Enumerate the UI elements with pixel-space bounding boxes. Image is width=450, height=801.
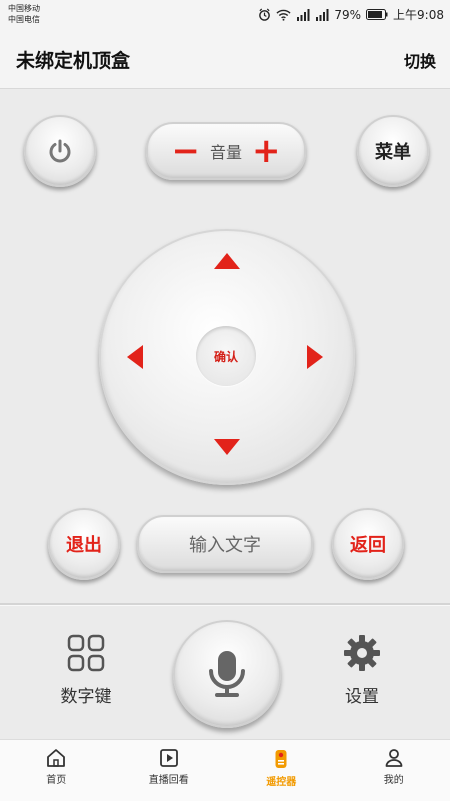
exit-button[interactable]: 退出 bbox=[48, 508, 120, 580]
carrier-info: 中国移动 中国电信 bbox=[8, 3, 40, 25]
divider bbox=[0, 603, 450, 605]
tab-home-label: 首页 bbox=[46, 771, 66, 786]
remote-panel: − 音量 + 菜单 确认 退出 输入文字 返回 数字键 bbox=[0, 89, 450, 739]
volume-label: 音量 bbox=[210, 139, 242, 163]
ok-button[interactable]: 确认 bbox=[196, 326, 256, 386]
home-icon bbox=[46, 749, 66, 767]
menu-button[interactable]: 菜单 bbox=[357, 115, 429, 187]
app-header: 未绑定机顶盒 切换 bbox=[0, 30, 450, 89]
alarm-icon bbox=[258, 8, 271, 21]
numpad-label: 数字键 bbox=[46, 682, 126, 707]
status-icons: 79% 上午9:08 bbox=[258, 6, 444, 23]
grid-icon bbox=[67, 634, 105, 672]
back-button[interactable]: 返回 bbox=[332, 508, 404, 580]
up-arrow-button[interactable] bbox=[214, 253, 240, 269]
tab-mine-label: 我的 bbox=[384, 771, 404, 786]
text-input-button[interactable]: 输入文字 bbox=[137, 515, 313, 573]
left-arrow-button[interactable] bbox=[127, 345, 143, 369]
right-arrow-button[interactable] bbox=[307, 345, 323, 369]
battery-icon bbox=[366, 9, 388, 20]
volume-down-button[interactable]: − bbox=[171, 134, 200, 168]
tab-remote-label: 遥控器 bbox=[266, 773, 296, 788]
settings-label: 设置 bbox=[322, 682, 402, 707]
volume-up-button[interactable]: + bbox=[252, 134, 281, 168]
down-arrow-button[interactable] bbox=[214, 439, 240, 455]
play-icon bbox=[160, 749, 178, 767]
gear-icon bbox=[343, 634, 381, 672]
tab-home[interactable]: 首页 bbox=[0, 740, 113, 801]
tab-live-replay-label: 直播回看 bbox=[149, 771, 189, 786]
direction-pad: 确认 bbox=[99, 229, 355, 485]
bottom-tab-bar: 首页 直播回看 遥控器 我的 bbox=[0, 739, 450, 801]
numpad-button[interactable]: 数字键 bbox=[46, 634, 126, 707]
carrier-1: 中国移动 bbox=[8, 3, 40, 14]
carrier-2: 中国电信 bbox=[8, 14, 40, 25]
signal-1-icon bbox=[296, 9, 310, 21]
wifi-icon bbox=[276, 9, 291, 21]
battery-percent: 79% bbox=[334, 8, 361, 22]
voice-button[interactable] bbox=[173, 620, 281, 728]
power-icon bbox=[47, 138, 73, 164]
user-icon bbox=[385, 749, 403, 767]
settings-button[interactable]: 设置 bbox=[322, 634, 402, 707]
power-button[interactable] bbox=[24, 115, 96, 187]
volume-control: − 音量 + bbox=[146, 122, 306, 180]
signal-2-icon bbox=[315, 9, 329, 21]
tab-remote[interactable]: 遥控器 bbox=[225, 740, 338, 801]
tab-mine[interactable]: 我的 bbox=[338, 740, 450, 801]
page-title: 未绑定机顶盒 bbox=[16, 46, 130, 73]
status-bar: 中国移动 中国电信 79% 上午9:08 bbox=[0, 0, 450, 30]
clock: 上午9:08 bbox=[393, 6, 444, 23]
tab-live-replay[interactable]: 直播回看 bbox=[113, 740, 226, 801]
switch-button[interactable]: 切换 bbox=[404, 48, 436, 72]
remote-icon bbox=[274, 749, 288, 769]
microphone-icon bbox=[205, 649, 249, 699]
